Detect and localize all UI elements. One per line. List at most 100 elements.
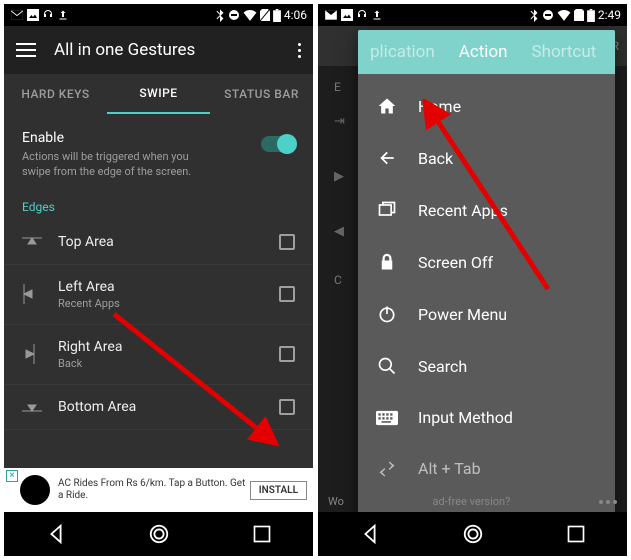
image-icon: [27, 9, 39, 21]
enable-row[interactable]: Enable Actions will be triggered when yo…: [4, 114, 313, 190]
upload-icon: [57, 9, 69, 21]
ad-close-icon[interactable]: ×: [6, 470, 18, 482]
nav-bar: [4, 512, 313, 556]
nav-home-icon[interactable]: [148, 523, 170, 545]
screen-action-picker: 2:49 AR E ⇥ ▶ ◀ C plication Action Short…: [318, 4, 627, 556]
enable-subtitle: Actions will be triggered when you swipe…: [22, 150, 202, 180]
action-screen-off[interactable]: Screen Off: [358, 236, 615, 288]
nav-bar: [318, 512, 627, 556]
right-edge-icon: [22, 344, 58, 364]
bluetooth-icon: [215, 8, 225, 22]
row-label: Top Area: [58, 234, 279, 250]
row-top-area[interactable]: Top Area: [4, 220, 313, 265]
gmail-icon: [10, 9, 24, 21]
tab-shortcut[interactable]: Shortcut: [520, 42, 609, 62]
bottom-edge-icon: [22, 401, 58, 413]
checkbox[interactable]: [279, 346, 295, 362]
status-time: 4:06: [284, 8, 307, 22]
nav-recent-icon[interactable]: [566, 524, 586, 544]
app-title: All in one Gestures: [54, 40, 280, 60]
edges-label: Edges: [4, 190, 313, 220]
action-label: Input Method: [418, 408, 513, 427]
status-bar: 2:49: [318, 4, 627, 26]
action-label: Back: [418, 149, 453, 168]
footer: Wo ad-free version?: [328, 495, 617, 508]
no-sim-icon: [574, 9, 584, 21]
action-recent-apps[interactable]: Recent Apps: [358, 184, 615, 236]
tab-swipe[interactable]: SWIPE: [107, 74, 210, 114]
upload-icon: [371, 9, 383, 21]
ad-install-button[interactable]: INSTALL: [250, 481, 307, 500]
checkbox[interactable]: [279, 234, 295, 250]
action-picker-dialog: plication Action Shortcut Home Back Rece…: [358, 30, 615, 526]
recent-icon: [376, 200, 398, 220]
ad-logo: [20, 475, 50, 505]
power-icon: [376, 304, 398, 324]
battery-icon: [273, 9, 281, 22]
row-label: Left Area: [58, 279, 279, 295]
action-label: Search: [418, 357, 467, 376]
action-power-menu[interactable]: Power Menu: [358, 288, 615, 340]
row-bottom-area[interactable]: Bottom Area: [4, 385, 313, 430]
footer-left: Wo: [328, 495, 344, 508]
tab-action[interactable]: Action: [447, 42, 520, 62]
wifi-icon: [243, 9, 257, 21]
ad-banner[interactable]: × AC Rides From Rs 6/km. Tap a Button. G…: [4, 468, 313, 512]
checkbox[interactable]: [279, 399, 295, 415]
status-bar: 4:06: [4, 4, 313, 26]
keyboard-icon: [376, 410, 398, 426]
search-icon: [376, 356, 398, 376]
overflow-icon[interactable]: [298, 43, 301, 58]
screen-settings: 4:06 All in one Gestures HARD KEYS SWIPE…: [4, 4, 313, 556]
action-label: Home: [418, 97, 461, 116]
dialog-tabs: plication Action Shortcut: [358, 30, 615, 74]
action-label: Alt + Tab: [418, 459, 481, 478]
dnd-icon: [228, 9, 240, 21]
action-label: Screen Off: [418, 253, 493, 272]
back-icon: [376, 148, 398, 168]
swap-icon: [376, 461, 398, 477]
ad-text: AC Rides From Rs 6/km. Tap a Button. Get…: [58, 478, 250, 502]
lock-icon: [376, 252, 398, 272]
battery-icon: [587, 9, 595, 22]
checkbox[interactable]: [279, 286, 295, 302]
home-icon: [376, 96, 398, 116]
nav-recent-icon[interactable]: [252, 524, 272, 544]
tab-bar: HARD KEYS SWIPE STATUS BAR: [4, 74, 313, 114]
no-sim-icon: [260, 9, 270, 21]
app-bar: All in one Gestures: [4, 26, 313, 74]
action-label: Power Menu: [418, 305, 507, 324]
top-edge-icon: [22, 236, 58, 248]
action-input-method[interactable]: Input Method: [358, 392, 615, 443]
row-label: Right Area: [58, 339, 279, 355]
tab-application[interactable]: plication: [358, 42, 447, 62]
action-list: Home Back Recent Apps Screen Off Power M…: [358, 74, 615, 500]
left-edge-icon: [22, 284, 58, 304]
nav-back-icon[interactable]: [359, 523, 381, 545]
row-label: Bottom Area: [58, 399, 279, 415]
image-icon: [341, 9, 353, 21]
row-left-area[interactable]: Left Area Recent Apps: [4, 265, 313, 325]
status-time: 2:49: [598, 8, 621, 22]
menu-icon[interactable]: [16, 43, 36, 57]
bluetooth-icon: [529, 8, 539, 22]
row-sub: Back: [58, 357, 279, 370]
headset-icon: [42, 9, 54, 21]
tab-hard-keys[interactable]: HARD KEYS: [4, 74, 107, 114]
nav-home-icon[interactable]: [462, 523, 484, 545]
headset-icon: [356, 9, 368, 21]
enable-title: Enable: [22, 130, 261, 146]
action-alt-tab[interactable]: Alt + Tab: [358, 443, 615, 494]
footer-dots-icon: [599, 500, 617, 504]
wifi-icon: [557, 9, 571, 21]
enable-toggle[interactable]: [261, 136, 295, 152]
row-right-area[interactable]: Right Area Back: [4, 325, 313, 385]
action-label: Recent Apps: [418, 201, 508, 220]
gmail-icon: [324, 9, 338, 21]
footer-right: ad-free version?: [433, 495, 511, 508]
nav-back-icon[interactable]: [45, 523, 67, 545]
action-home[interactable]: Home: [358, 80, 615, 132]
action-back[interactable]: Back: [358, 132, 615, 184]
action-search[interactable]: Search: [358, 340, 615, 392]
tab-status-bar[interactable]: STATUS BAR: [210, 74, 313, 114]
